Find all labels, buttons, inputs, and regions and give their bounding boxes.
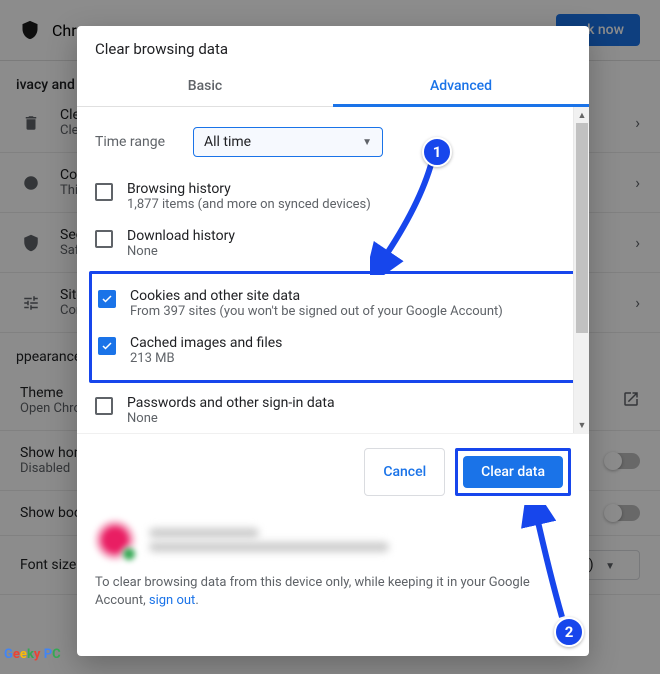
annotation-badge-1: 1 — [422, 137, 452, 167]
clear-data-button[interactable]: Clear data — [463, 456, 563, 488]
cookies-item[interactable]: Cookies and other site data From 397 sit… — [98, 280, 568, 327]
checkbox[interactable] — [98, 290, 116, 308]
avatar — [95, 520, 135, 560]
blurred-account-text — [149, 528, 389, 552]
tab-basic[interactable]: Basic — [77, 68, 333, 106]
dialog-title: Clear browsing data — [77, 26, 589, 68]
checkbox[interactable] — [95, 230, 113, 248]
scrollbar-thumb[interactable] — [576, 123, 588, 333]
download-history-item[interactable]: Download history None — [95, 220, 571, 267]
sign-out-link[interactable]: sign out — [149, 593, 195, 608]
time-range-select[interactable]: All time ▼ — [193, 127, 383, 157]
checkbox[interactable] — [95, 397, 113, 415]
annotation-arrow-2 — [520, 505, 580, 625]
annotation-highlight-clear: Clear data — [455, 448, 571, 496]
dropdown-icon: ▼ — [362, 137, 372, 148]
dialog-body: ▲ ▼ Time range All time ▼ Browsing histo… — [77, 107, 589, 433]
geeky-pc-watermark: Geeky PC — [4, 646, 61, 662]
passwords-item[interactable]: Passwords and other sign-in data None — [95, 387, 571, 433]
annotation-arrow-1 — [370, 155, 450, 275]
tab-advanced[interactable]: Advanced — [333, 68, 589, 106]
checkbox[interactable] — [95, 183, 113, 201]
annotation-badge-2: 2 — [554, 617, 584, 647]
dialog-footer: Cancel Clear data — [77, 433, 589, 506]
cancel-button[interactable]: Cancel — [364, 448, 445, 496]
annotation-highlight-box: Cookies and other site data From 397 sit… — [89, 271, 577, 383]
cached-files-item[interactable]: Cached images and files 213 MB — [98, 327, 568, 374]
clear-browsing-data-dialog: Clear browsing data Basic Advanced ▲ ▼ T… — [77, 26, 589, 656]
time-range-row: Time range All time ▼ — [95, 119, 571, 173]
checkbox[interactable] — [98, 337, 116, 355]
scroll-down-icon[interactable]: ▼ — [574, 417, 589, 433]
dialog-tabs: Basic Advanced — [77, 68, 589, 107]
time-range-label: Time range — [95, 134, 175, 150]
scrollbar[interactable]: ▲ ▼ — [573, 107, 589, 433]
scroll-up-icon[interactable]: ▲ — [574, 107, 589, 123]
footnote: To clear browsing data from this device … — [77, 574, 589, 626]
profile-section — [77, 506, 589, 574]
browsing-history-item[interactable]: Browsing history 1,877 items (and more o… — [95, 173, 571, 220]
